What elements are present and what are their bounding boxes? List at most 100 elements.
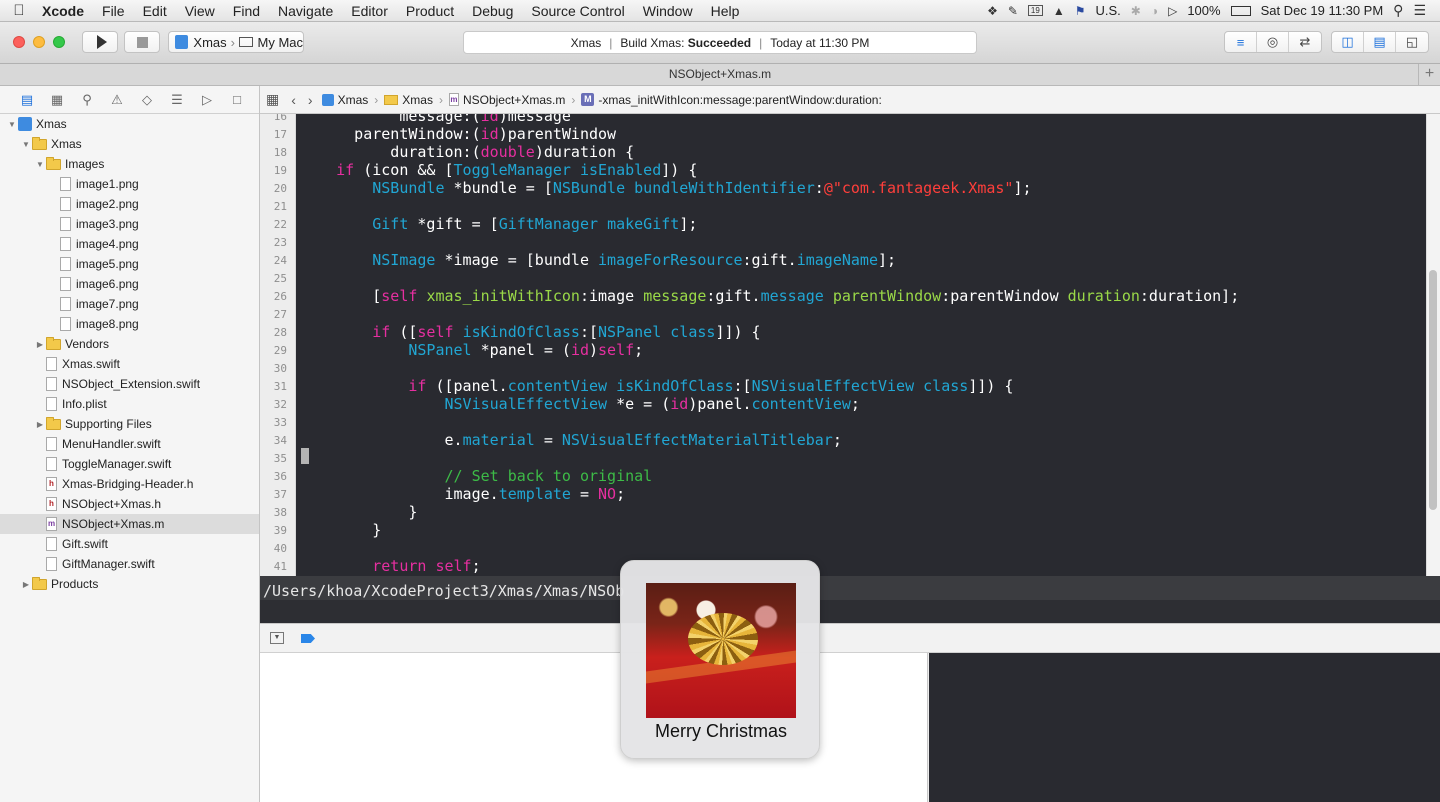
tree-item[interactable]: Xmas.swift: [0, 354, 259, 374]
tab-title[interactable]: NSObject+Xmas.m: [669, 67, 771, 81]
tree-item[interactable]: ToggleManager.swift: [0, 454, 259, 474]
run-button[interactable]: [82, 31, 118, 53]
disclosure-open-icon[interactable]: ▼: [6, 120, 18, 129]
wifi-icon[interactable]: ◑: [1151, 4, 1158, 18]
scheme-selector[interactable]: Xmas › My Mac: [168, 31, 304, 53]
breadcrumb-file[interactable]: m NSObject+Xmas.m: [446, 93, 568, 107]
tree-item[interactable]: image1.png: [0, 174, 259, 194]
related-items-icon[interactable]: ▦: [260, 91, 285, 108]
disclosure-closed-icon[interactable]: ▶: [34, 420, 46, 429]
drive-icon[interactable]: ▲: [1053, 4, 1065, 18]
tree-item[interactable]: Info.plist: [0, 394, 259, 414]
battery-percent[interactable]: 100%: [1187, 3, 1220, 18]
spotlight-search-icon[interactable]: ⚲: [1393, 2, 1403, 19]
symbol-navigator-icon[interactable]: ▦: [42, 92, 72, 108]
tree-item[interactable]: m NSObject+Xmas.m: [0, 514, 259, 534]
battery-icon[interactable]: [1230, 5, 1251, 16]
tree-item[interactable]: image3.png: [0, 214, 259, 234]
disclosure-closed-icon[interactable]: ▶: [34, 340, 46, 349]
calendar-icon[interactable]: 19: [1027, 5, 1043, 16]
disclosure-open-icon[interactable]: ▼: [20, 140, 32, 149]
tree-item[interactable]: image8.png: [0, 314, 259, 334]
tree-item[interactable]: ▼ Xmas: [0, 134, 259, 154]
code-line: if (icon && [ToggleManager isEnabled]) {: [300, 161, 697, 179]
tree-item[interactable]: NSObject_Extension.swift: [0, 374, 259, 394]
standard-editor-icon[interactable]: ≡: [1225, 32, 1257, 52]
menu-clock[interactable]: Sat Dec 19 11:30 PM: [1261, 3, 1384, 18]
menu-product[interactable]: Product: [397, 3, 463, 19]
menu-edit[interactable]: Edit: [134, 3, 176, 19]
status-prefix: Build Xmas:: [620, 35, 685, 50]
tree-item[interactable]: ▶ Products: [0, 574, 259, 594]
folder-icon[interactable]: ▤: [12, 92, 42, 108]
breadcrumb-method[interactable]: M -xmas_initWithIcon:message:parentWindow…: [578, 93, 884, 107]
console-view[interactable]: [929, 653, 1440, 802]
tree-item[interactable]: GiftManager.swift: [0, 554, 259, 574]
flag-icon[interactable]: ⚑: [1075, 4, 1086, 18]
tree-item[interactable]: image4.png: [0, 234, 259, 254]
add-tab-icon[interactable]: +: [1418, 64, 1440, 85]
assistant-editor-icon[interactable]: ◎: [1257, 32, 1289, 52]
editor-scroll-thumb[interactable]: [1429, 270, 1437, 510]
tree-item[interactable]: ▼ Xmas: [0, 114, 259, 134]
code-token: makeGift: [607, 215, 680, 233]
tree-item[interactable]: h Xmas-Bridging-Header.h: [0, 474, 259, 494]
status-project: Xmas: [570, 35, 602, 50]
bluetooth-icon[interactable]: ✱: [1131, 4, 1141, 18]
hide-debug-area-icon[interactable]: ▼: [270, 632, 284, 644]
tree-item[interactable]: image6.png: [0, 274, 259, 294]
close-window-button[interactable]: [13, 36, 25, 48]
stop-button[interactable]: [124, 31, 160, 53]
menu-view[interactable]: View: [176, 3, 224, 19]
tree-item[interactable]: image7.png: [0, 294, 259, 314]
report-navigator-icon[interactable]: □: [222, 92, 252, 107]
tree-item[interactable]: h NSObject+Xmas.h: [0, 494, 259, 514]
evernote-icon[interactable]: ✎: [1008, 4, 1018, 18]
tree-item[interactable]: image2.png: [0, 194, 259, 214]
menu-window[interactable]: Window: [634, 3, 702, 19]
navigator-toggle-icon[interactable]: ◫: [1332, 32, 1364, 52]
back-arrow-icon[interactable]: ‹: [285, 92, 302, 108]
breadcrumb-project[interactable]: Xmas: [319, 93, 372, 107]
menu-find[interactable]: Find: [224, 3, 269, 19]
zoom-window-button[interactable]: [53, 36, 65, 48]
menu-navigate[interactable]: Navigate: [269, 3, 342, 19]
line-number: 18: [273, 146, 287, 159]
tree-item[interactable]: ▼ Images: [0, 154, 259, 174]
volume-icon[interactable]: ▷: [1168, 4, 1177, 18]
menu-file[interactable]: File: [93, 3, 134, 19]
forward-arrow-icon[interactable]: ›: [302, 92, 319, 108]
menu-source-control[interactable]: Source Control: [522, 3, 633, 19]
input-source-label[interactable]: U.S.: [1095, 3, 1120, 18]
menu-debug[interactable]: Debug: [463, 3, 522, 19]
breadcrumb-group[interactable]: Xmas: [381, 93, 436, 107]
tree-item[interactable]: MenuHandler.swift: [0, 434, 259, 454]
warning-icon[interactable]: ⚠: [102, 92, 132, 108]
test-navigator-icon[interactable]: ◇: [132, 92, 162, 108]
code-token: :[: [733, 377, 752, 395]
disclosure-closed-icon[interactable]: ▶: [20, 580, 32, 589]
breakpoints-toggle-icon[interactable]: [301, 634, 315, 643]
debug-area-toggle-icon[interactable]: ▤: [1364, 32, 1396, 52]
variables-view[interactable]: [260, 653, 928, 802]
menu-editor[interactable]: Editor: [342, 3, 397, 19]
version-editor-icon[interactable]: ⇄: [1289, 32, 1321, 52]
notification-center-icon[interactable]: ☰: [1413, 2, 1426, 19]
tree-item[interactable]: ▶ Vendors: [0, 334, 259, 354]
utilities-toggle-icon[interactable]: ◱: [1396, 32, 1428, 52]
disclosure-open-icon[interactable]: ▼: [34, 160, 46, 169]
tree-item[interactable]: Gift.swift: [0, 534, 259, 554]
breakpoint-navigator-icon[interactable]: ▷: [192, 92, 222, 108]
menu-app-name[interactable]: Xcode: [38, 3, 93, 19]
debug-navigator-icon[interactable]: ☰: [162, 92, 192, 108]
dropbox-icon[interactable]: ❖: [987, 4, 998, 18]
source-editor[interactable]: 16 17 18 19 20 21 22 23 24 25 26 27 28 29 30 31 32 33 34 35…: [260, 114, 1426, 576]
search-icon[interactable]: ⚲: [72, 92, 102, 108]
tree-item[interactable]: ▶ Supporting Files: [0, 414, 259, 434]
menu-help[interactable]: Help: [702, 3, 749, 19]
tree-item[interactable]: image5.png: [0, 254, 259, 274]
gift-bow: [688, 613, 758, 665]
apple-menu-icon[interactable]: : [0, 2, 38, 19]
stop-icon: [136, 36, 148, 48]
minimize-window-button[interactable]: [33, 36, 45, 48]
